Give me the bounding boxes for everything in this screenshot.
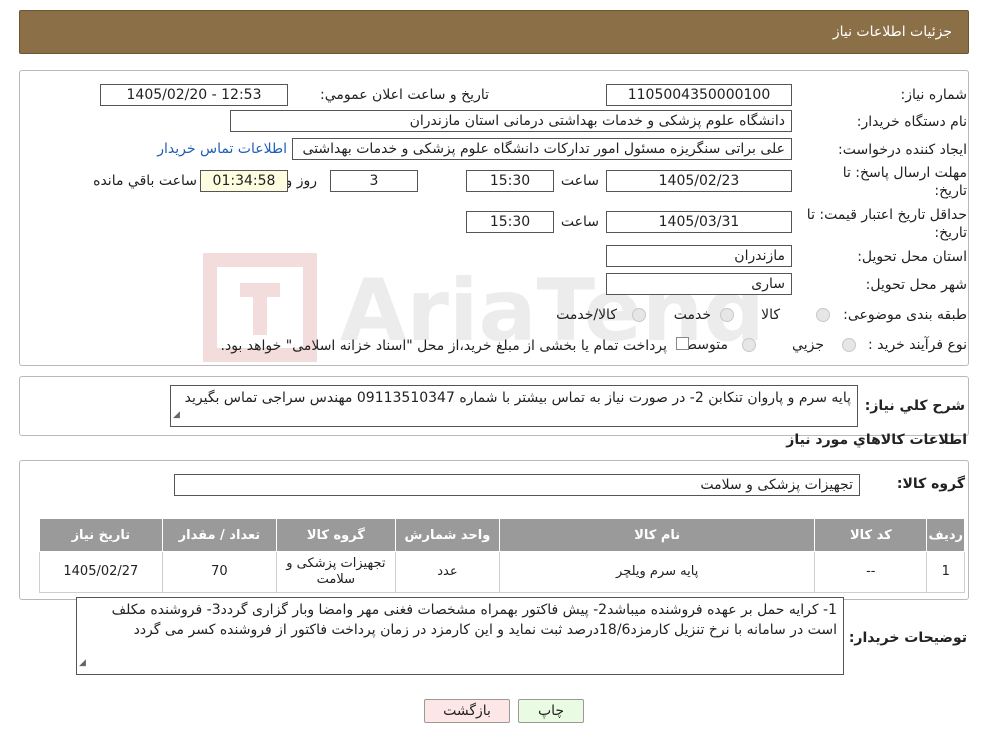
treasury-checkbox[interactable]	[676, 337, 689, 350]
col-code: کد کالا	[814, 518, 928, 552]
buyer-notes-label: توضیحات خریدار:	[848, 630, 967, 646]
goods-group-field: تجهیزات پزشکی و سلامت	[174, 474, 860, 496]
deadline-time-label: ساعت	[560, 173, 599, 189]
process-option-partial: جزیي	[792, 337, 824, 353]
creator-field: علی براتی سنگریزه مسئول امور تدارکات دان…	[292, 138, 792, 160]
deadline-label-line1: مهلت ارسال پاسخ: تا	[842, 165, 967, 181]
remaining-label: ساعت باقي مانده	[93, 173, 197, 189]
page-header: جزئیات اطلاعات نیاز	[19, 10, 969, 54]
resize-grip-icon[interactable]: ◢	[79, 653, 86, 673]
col-unit: واحد شمارش	[394, 518, 501, 552]
city-label: شهر محل تحویل:	[865, 277, 967, 293]
validity-label-line2: تاریخ:	[934, 225, 967, 241]
buyer-org-field: دانشگاه علوم پزشکی و خدمات بهداشتی درمان…	[230, 110, 792, 132]
page-title: جزئیات اطلاعات نیاز	[832, 24, 952, 40]
category-label: طبقه بندی موضوعی:	[843, 307, 967, 323]
table-row: 1 -- پایه سرم ویلچر عدد تجهیزات پزشکی و …	[39, 551, 965, 593]
goods-table-header: ردیف کد کالا نام کالا واحد شمارش گروه کا…	[39, 518, 965, 552]
cell-unit: عدد	[394, 551, 501, 593]
cell-name: پایه سرم ویلچر	[499, 551, 816, 593]
process-label: نوع فرآیند خرید :	[868, 337, 967, 353]
need-number-label: شماره نیاز:	[900, 87, 968, 103]
category-option-goods: کالا	[761, 307, 780, 323]
summary-textarea[interactable]: پایه سرم و پاروان تنکابن 2- در صورت نیاز…	[170, 385, 858, 427]
cell-row: 1	[926, 551, 965, 593]
col-date: تاریخ نیاز	[39, 518, 163, 552]
resize-grip-icon[interactable]: ◢	[173, 405, 180, 425]
validity-time-field: 15:30	[466, 211, 554, 233]
days-field: 3	[330, 170, 418, 192]
announce-field: 1405/02/20 - 12:53	[100, 84, 288, 106]
buyer-org-label: نام دستگاه خریدار:	[856, 114, 967, 130]
col-group: گروه کالا	[276, 518, 396, 552]
days-label: روز و	[285, 173, 318, 189]
print-button[interactable]: چاپ	[518, 699, 584, 723]
process-radio-partial[interactable]	[842, 338, 856, 352]
summary-label: شرح کلي نیاز:	[864, 398, 965, 414]
col-row: ردیف	[926, 518, 965, 552]
process-option-medium: متوسط	[684, 337, 728, 353]
deadline-time-field: 15:30	[466, 170, 554, 192]
cell-group: تجهیزات پزشکی و سلامت	[276, 551, 396, 593]
announce-label: تاریخ و ساعت اعلان عمومي:	[320, 87, 489, 103]
goods-group-label: گروه کالا:	[896, 476, 965, 492]
goods-section-title: اطلاعات کالاهاي مورد نیاز	[786, 432, 967, 448]
cell-qty: 70	[161, 551, 278, 593]
buyer-notes-textarea[interactable]: 1- کرایه حمل بر عهده فروشنده میباشد2- پی…	[76, 597, 844, 675]
need-number-field: 1105004350000100	[606, 84, 792, 106]
deadline-label-line2: تاریخ:	[934, 183, 967, 199]
category-option-service: خدمت	[673, 307, 711, 323]
category-option-goods-service: کالا/خدمت	[556, 307, 617, 323]
back-button[interactable]: بازگشت	[424, 699, 510, 723]
summary-text: پایه سرم و پاروان تنکابن 2- در صورت نیاز…	[184, 390, 851, 406]
buyer-contact-link[interactable]: اطلاعات تماس خریدار	[157, 139, 287, 159]
deadline-date-field: 1405/02/23	[606, 170, 792, 192]
goods-table: ردیف کد کالا نام کالا واحد شمارش گروه کا…	[39, 518, 965, 593]
process-radio-medium[interactable]	[742, 338, 756, 352]
col-qty: تعداد / مقدار	[161, 518, 278, 552]
category-radio-service[interactable]	[720, 308, 734, 322]
col-name: نام کالا	[499, 518, 816, 552]
category-radio-goods-service[interactable]	[632, 308, 646, 322]
buyer-notes-text: 1- کرایه حمل بر عهده فروشنده میباشد2- پی…	[111, 602, 837, 638]
city-field: ساری	[606, 273, 792, 295]
category-radio-goods[interactable]	[816, 308, 830, 322]
validity-time-label: ساعت	[560, 214, 599, 230]
creator-label: ایجاد کننده درخواست:	[838, 142, 967, 158]
process-note: پرداخت تمام یا بخشی از مبلغ خرید،از محل …	[220, 338, 667, 354]
remaining-time-field: 01:34:58	[200, 170, 288, 192]
province-field: مازندران	[606, 245, 792, 267]
cell-date: 1405/02/27	[39, 551, 163, 593]
province-label: استان محل تحویل:	[857, 249, 967, 265]
validity-date-field: 1405/03/31	[606, 211, 792, 233]
cell-code: --	[814, 551, 928, 593]
validity-label-line1: حداقل تاریخ اعتبار قیمت: تا	[806, 207, 967, 223]
